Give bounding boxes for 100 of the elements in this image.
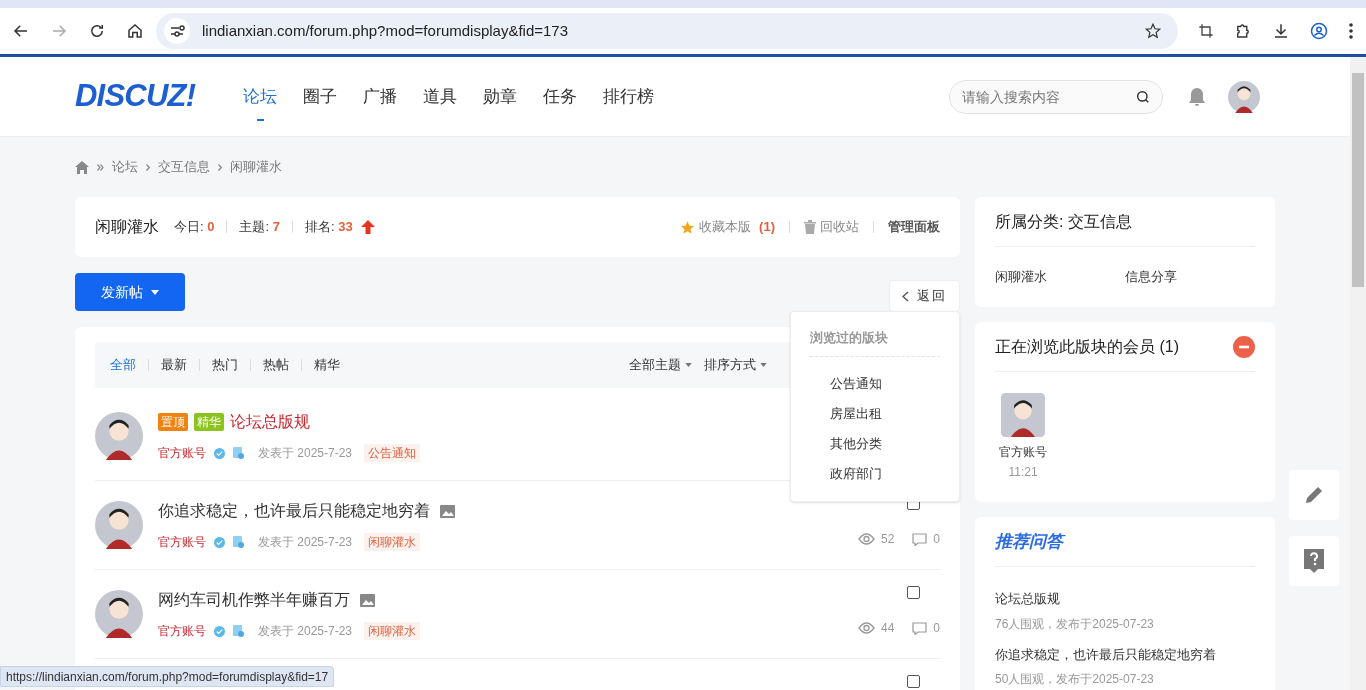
menu-item[interactable]: 其他分类 xyxy=(810,428,940,459)
avatar-icon xyxy=(95,590,143,638)
scrollbar[interactable] xyxy=(1350,57,1366,690)
tag: 精华 xyxy=(194,413,224,431)
forum-action-link[interactable]: 回收站 xyxy=(804,217,859,237)
forum-stat: 排名: 33 xyxy=(304,218,353,237)
forum-action-link[interactable]: 管理面板 xyxy=(888,217,940,237)
chevron-right-icon xyxy=(218,163,222,171)
breadcrumb-link[interactable]: 闲聊灌水 xyxy=(230,157,282,177)
status-url: https://lindianxian.com/forum.php?mod=forumdisplay&fid=17 xyxy=(0,666,335,687)
logo[interactable]: DISCUZ! xyxy=(75,73,196,120)
filter-tab[interactable]: 热门 xyxy=(212,355,238,375)
checkbox[interactable] xyxy=(907,675,920,688)
filter-tab[interactable]: 热帖 xyxy=(263,355,289,375)
author-link[interactable]: 官方账号 xyxy=(158,622,206,640)
url-text: lindianxian.com/forum.php?mod=forumdisplay&fid=173 xyxy=(202,20,570,41)
view-count: 44 xyxy=(880,620,895,637)
post-date: 发表于 2025-7-23 xyxy=(258,445,353,462)
menu-title: 浏览过的版块 xyxy=(810,328,940,357)
badge-icon xyxy=(233,536,244,548)
post-date: 发表于 2025-7-23 xyxy=(258,623,353,640)
post-date: 发表于 2025-7-23 xyxy=(258,534,353,551)
nav-link[interactable]: 任务 xyxy=(543,72,578,121)
card-title: 正在浏览此版块的会员 (1) xyxy=(995,336,1179,357)
new-post-button[interactable]: 发新帖 xyxy=(75,273,185,311)
checkbox[interactable] xyxy=(907,586,920,599)
sort-dropdown[interactable]: 排序方式 xyxy=(704,355,767,375)
caret-icon xyxy=(760,363,767,367)
comment-icon xyxy=(912,621,928,635)
author-link[interactable]: 官方账号 xyxy=(158,533,206,551)
view-count: 52 xyxy=(880,531,895,548)
qa-title[interactable]: 你追求稳定，也许最后只能稳定地穷着 xyxy=(995,644,1255,664)
crop-icon[interactable] xyxy=(1198,23,1214,39)
avatar-icon xyxy=(95,501,143,549)
thread-title[interactable]: 论坛总版规 xyxy=(230,410,310,434)
profile-icon[interactable] xyxy=(1310,22,1328,40)
edit-button[interactable] xyxy=(1289,470,1339,520)
reply-count: 0 xyxy=(933,531,940,548)
verified-icon xyxy=(214,536,225,548)
menu-item[interactable]: 政府部门 xyxy=(810,458,940,489)
star-icon[interactable] xyxy=(1144,22,1162,40)
question-icon xyxy=(1304,549,1324,573)
qa-title[interactable]: 论坛总版规 xyxy=(995,589,1255,609)
puzzle-icon[interactable] xyxy=(1234,22,1252,40)
download-icon[interactable] xyxy=(1272,22,1290,40)
thread-title[interactable]: 网约车司机作弊半年赚百万 xyxy=(158,588,350,612)
trash-icon xyxy=(804,220,816,234)
badge-icon xyxy=(233,447,244,459)
star-icon xyxy=(680,219,696,235)
site-settings-icon[interactable] xyxy=(164,18,190,44)
forum-action-link[interactable]: 收藏本版 (1) xyxy=(680,217,775,237)
back-icon[interactable] xyxy=(12,22,30,40)
filter-tab[interactable]: 全部 xyxy=(110,355,136,375)
more-icon[interactable] xyxy=(1348,22,1354,40)
caret-icon xyxy=(685,363,692,367)
chevron-left-icon xyxy=(902,290,909,302)
up-arrow-icon xyxy=(360,220,375,234)
member-name[interactable]: 官方账号 xyxy=(999,443,1047,461)
caret-icon xyxy=(151,289,159,295)
filter-tab[interactable]: 精华 xyxy=(314,355,340,375)
member-time: 11:21 xyxy=(1008,464,1038,481)
forum-link[interactable]: 信息分享 xyxy=(1125,267,1255,287)
bell-icon[interactable] xyxy=(1188,86,1206,107)
reply-count: 0 xyxy=(933,620,940,637)
nav-link[interactable]: 论坛 xyxy=(243,72,278,121)
help-button[interactable] xyxy=(1289,536,1339,586)
qa-meta: 76人围观，发布于2025-07-23 xyxy=(995,615,1155,633)
comment-icon xyxy=(912,532,928,546)
pencil-icon xyxy=(1304,485,1324,505)
collapse-icon[interactable] xyxy=(1233,335,1255,358)
card-title: 推荐问答 xyxy=(995,517,1255,567)
sort-dropdown[interactable]: 全部主题 xyxy=(629,355,692,375)
reload-icon[interactable] xyxy=(88,22,106,40)
forum-link[interactable]: 闲聊灌水 xyxy=(995,267,1125,287)
back-button[interactable]: 返回 xyxy=(889,280,960,312)
nav-link[interactable]: 圈子 xyxy=(303,72,338,121)
tag: 置顶 xyxy=(158,413,188,431)
filter-tab[interactable]: 最新 xyxy=(161,355,187,375)
nav-link[interactable]: 勋章 xyxy=(483,72,518,121)
thread-title[interactable]: 你追求稳定，也许最后只能稳定地穷着 xyxy=(158,499,430,523)
nav-link[interactable]: 广播 xyxy=(363,72,398,121)
avatar-icon xyxy=(1228,80,1260,113)
avatar-icon xyxy=(95,412,143,460)
forum-name: 闲聊灌水 xyxy=(95,217,159,237)
double-chevron-icon xyxy=(97,163,104,171)
home-icon[interactable] xyxy=(126,22,144,40)
nav-link[interactable]: 排行榜 xyxy=(603,72,655,121)
search-field[interactable]: 请输入搜索内容 xyxy=(949,79,1163,114)
qa-meta: 50人围观，发布于2025-07-23 xyxy=(995,671,1155,688)
nav-link[interactable]: 道具 xyxy=(423,72,458,121)
forum-stat: 主题: 7 xyxy=(239,218,280,237)
badge-icon xyxy=(233,625,244,637)
avatar-icon xyxy=(1001,393,1045,437)
menu-item[interactable]: 公告通知 xyxy=(810,368,940,399)
author-link[interactable]: 官方账号 xyxy=(158,444,206,462)
breadcrumb-link[interactable]: 交互信息 xyxy=(158,157,210,177)
breadcrumb-link[interactable]: 论坛 xyxy=(112,157,138,177)
search-icon[interactable] xyxy=(1135,88,1151,105)
address-bar[interactable]: lindianxian.com/forum.php?mod=forumdisplay&fid=173 xyxy=(156,13,1178,49)
menu-item[interactable]: 房屋出租 xyxy=(810,398,940,429)
